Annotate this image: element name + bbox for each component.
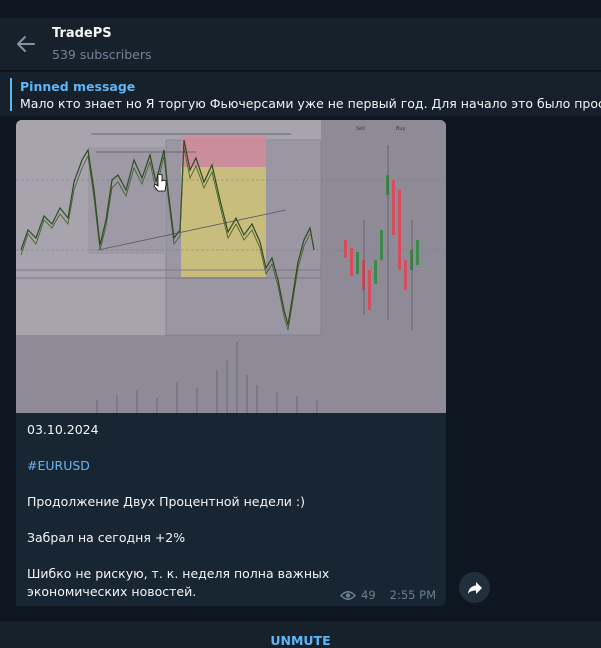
pinned-message-bar[interactable]: Pinned message Мало кто знает но Я торгу… bbox=[0, 72, 601, 116]
subscriber-count: 539 subscribers bbox=[52, 47, 152, 62]
pinned-accent-bar bbox=[10, 78, 12, 111]
message-line-1: Продолжение Двух Процентной недели :) bbox=[27, 494, 305, 509]
pinned-text: Мало кто знает но Я торгую Фьючерсами уж… bbox=[20, 96, 601, 111]
message-date-line: 03.10.2024 bbox=[27, 422, 99, 437]
pinned-title: Pinned message bbox=[20, 79, 136, 94]
hashtag-link[interactable]: #EURUSD bbox=[27, 458, 90, 473]
chat-header: TradePS 539 subscribers bbox=[0, 18, 601, 71]
chart-label-right: Buy bbox=[396, 126, 406, 132]
back-button[interactable] bbox=[14, 32, 38, 56]
chart-label-left: Sell bbox=[356, 126, 365, 132]
share-arrow-icon bbox=[467, 581, 482, 594]
window-top-strip bbox=[0, 0, 601, 18]
message-meta: 49 2:55 PM bbox=[340, 588, 436, 602]
unmute-button[interactable]: UNMUTE bbox=[0, 633, 601, 648]
message-text: 03.10.2024 #EURUSD Продолжение Двух Проц… bbox=[27, 421, 427, 601]
chart-screenshot-image[interactable]: Sell Buy bbox=[16, 120, 446, 413]
view-count: 49 bbox=[361, 588, 376, 602]
message-line-2: Забрал на сегодня +2% bbox=[27, 530, 186, 545]
message-time: 2:55 PM bbox=[389, 588, 436, 602]
bottom-bar: UNMUTE bbox=[0, 620, 601, 648]
arrow-left-icon bbox=[17, 36, 35, 52]
eye-icon bbox=[340, 590, 357, 600]
channel-title[interactable]: TradePS bbox=[52, 26, 112, 41]
message-bubble: Sell Buy 03.10.2024 #EURUSD Продолжение … bbox=[16, 120, 446, 606]
forward-button[interactable] bbox=[459, 572, 490, 603]
